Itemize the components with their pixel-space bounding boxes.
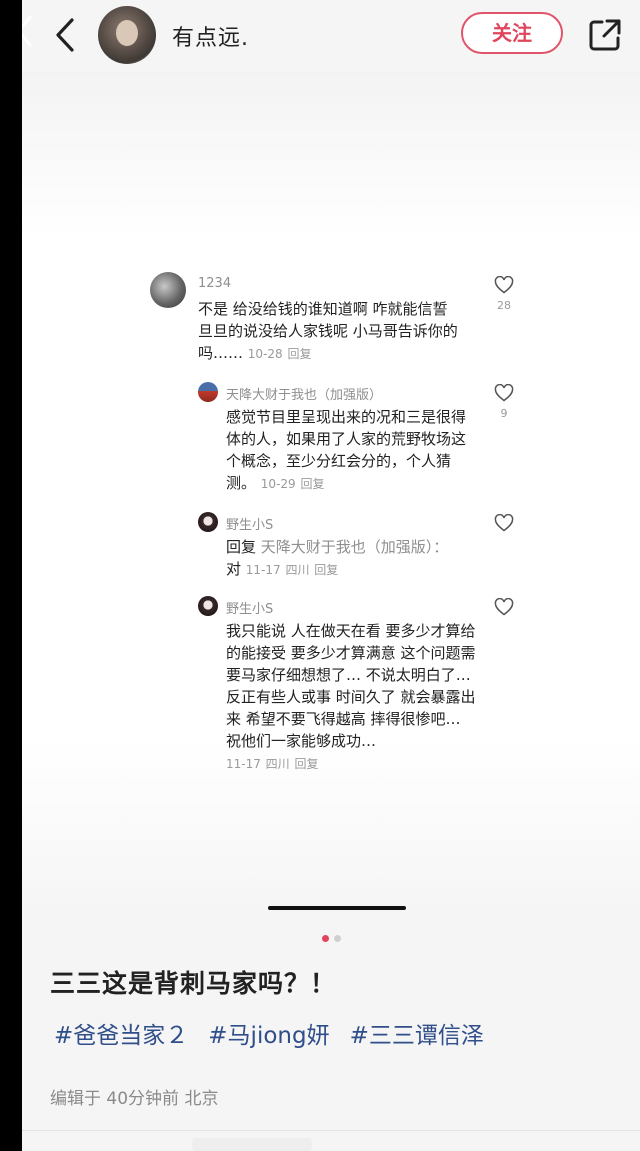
like-button: [494, 514, 514, 532]
pager-dot-active: [322, 935, 329, 942]
image-pager-dots: [322, 935, 341, 942]
reply-item: 野生小S 回复 天降大财于我也（加强版）： 对 11-17 四川 回复: [198, 510, 530, 580]
share-icon: [589, 19, 621, 51]
commenter-name: 野生小S: [226, 602, 274, 617]
comment-date: 10-29: [260, 477, 296, 491]
heart-icon: [494, 384, 514, 402]
comment-text: 感觉节目里呈现出来的况和三是很得体的人，如果用了人家的荒野牧场这个概念，至少分红…: [226, 406, 476, 495]
comment-date: 11-17: [226, 757, 261, 771]
back-button[interactable]: [50, 16, 82, 54]
bottom-placeholder: [192, 1138, 312, 1151]
pager-dot[interactable]: [334, 935, 341, 942]
top-bar: 有点远. 关注: [22, 0, 640, 72]
reply-target: 天降大财于我也（加强版）：: [260, 538, 449, 556]
comment-text: 回复 天降大财于我也（加强版）： 对 11-17 四川 回复: [226, 536, 476, 581]
back-arrow-icon: [56, 18, 74, 52]
comment-body: 我只能说 人在做天在看 要多少才算给的能接受 要多少才算满意 这个问题需要马家仔…: [226, 622, 476, 750]
like-button: [494, 598, 514, 616]
hashtag-link[interactable]: #爸爸当家２: [54, 1016, 188, 1050]
home-indicator-bar: [268, 906, 406, 910]
commenter-avatar: [198, 512, 218, 532]
post-image[interactable]: 1234 不是 给没给钱的谁知道啊 咋就能信誓旦旦的说没给人家钱呢 小马哥告诉你…: [22, 72, 640, 902]
comment-reply-link: 回复: [294, 757, 319, 771]
comment-text: 不是 给没给钱的谁知道啊 咋就能信誓旦旦的说没给人家钱呢 小马哥告诉你的吗…… …: [198, 298, 458, 365]
share-button[interactable]: [588, 18, 622, 52]
heart-icon: [494, 514, 514, 532]
comment-reply-link: 回复: [287, 347, 312, 361]
comment-text: 我只能说 人在做天在看 要多少才算给的能接受 要多少才算满意 这个问题需要马家仔…: [226, 620, 476, 775]
heart-icon: [494, 598, 514, 616]
avatar-face: [116, 20, 138, 46]
screen: 有点远. 关注 1234 不是 给没给钱的谁知道啊 咋就能信誓旦旦的说没给人家钱…: [22, 0, 640, 1151]
like-count: 28: [497, 299, 511, 312]
like-button: 9: [494, 384, 514, 420]
reply-prefix: 回复: [226, 538, 257, 556]
comment-reply-link: 回复: [300, 477, 325, 491]
commenter-name: 1234: [198, 276, 232, 291]
reply-item: 天降大财于我也（加强版） 感觉节目里呈现出来的况和三是很得体的人，如果用了人家的…: [198, 380, 530, 500]
commenter-name: 野生小S: [226, 518, 274, 533]
post-tags: #爸爸当家２ #马jiong妍 #三三谭信泽: [54, 1016, 484, 1050]
like-count: 9: [500, 407, 508, 420]
follow-button[interactable]: 关注: [461, 12, 563, 54]
commenter-avatar: [198, 596, 218, 616]
commenter-avatar: [150, 272, 186, 308]
comment-body: 对: [226, 560, 242, 578]
edge-back-gesture-icon: [22, 14, 34, 52]
heart-icon: [494, 276, 514, 294]
author-name[interactable]: 有点远.: [172, 20, 249, 52]
post-title: 三三这是背刺马家吗？！: [50, 969, 337, 998]
comment-location: 四川: [265, 757, 290, 771]
author-avatar[interactable]: [98, 6, 156, 64]
comment-date: 10-28: [247, 347, 283, 361]
comment-body: 不是 给没给钱的谁知道啊 咋就能信誓旦旦的说没给人家钱呢 小马哥告诉你的吗……: [198, 300, 458, 362]
comment-location: 四川: [285, 563, 310, 577]
reply-item: 野生小S 我只能说 人在做天在看 要多少才算给的能接受 要多少才算满意 这个问题…: [198, 594, 530, 784]
comment-item: 1234 不是 给没给钱的谁知道啊 咋就能信誓旦旦的说没给人家钱呢 小马哥告诉你…: [150, 272, 530, 372]
commenter-name: 天降大财于我也（加强版）: [226, 388, 383, 403]
commenter-avatar: [198, 382, 218, 402]
edit-meta: 编辑于 40分钟前 北京: [50, 1089, 219, 1109]
like-button: 28: [494, 276, 514, 312]
divider: [22, 1130, 640, 1131]
hashtag-link[interactable]: #马jiong妍: [208, 1016, 329, 1050]
comment-date: 11-17: [245, 563, 281, 577]
comment-reply-link: 回复: [314, 563, 339, 577]
hashtag-link[interactable]: #三三谭信泽: [350, 1016, 484, 1050]
